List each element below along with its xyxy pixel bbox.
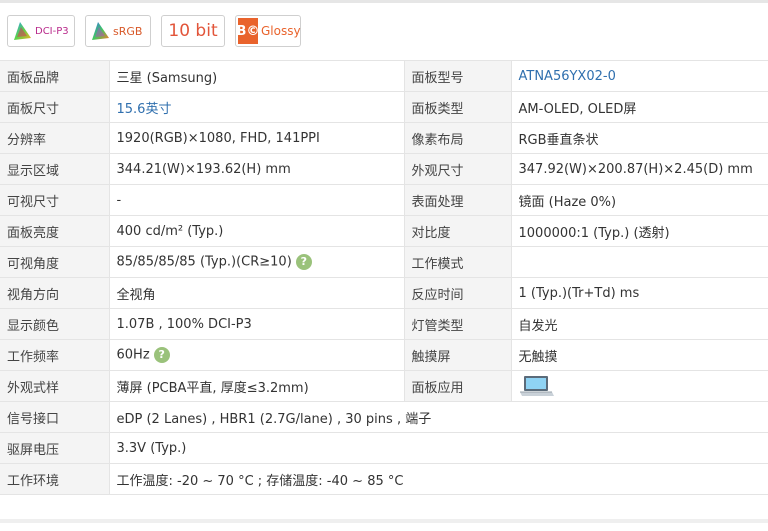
top-divider: [0, 0, 768, 3]
table-row: 可视角度 85/85/85/85 (Typ.)(CR≥10)? 工作模式: [0, 246, 768, 278]
spec-key: 面板尺寸: [0, 91, 110, 123]
spec-key: 显示区域: [0, 153, 110, 185]
table-row: 外观式样 薄屏 (PCBA平直, 厚度≤3.2mm) 面板应用: [0, 370, 768, 402]
help-icon[interactable]: ?: [295, 254, 312, 270]
spec-value: 1.07B , 100% DCI-P3: [109, 308, 405, 340]
spec-value: 60Hz: [116, 347, 150, 363]
spec-key: 分辨率: [0, 122, 110, 154]
srgb-label: sRGB: [113, 24, 143, 38]
spec-key: 工作频率: [0, 339, 110, 371]
spec-key: 面板品牌: [0, 60, 110, 92]
glossy-badge: B© Glossy: [235, 15, 301, 47]
spec-key: 面板亮度: [0, 215, 110, 247]
spec-value: eDP (2 Lanes) , HBR1 (2.7G/lane) , 30 pi…: [109, 401, 768, 433]
10bit-badge: 10 bit: [161, 15, 225, 47]
panel-application-cell: [511, 370, 768, 402]
panel-size-link[interactable]: 15.6英寸: [109, 91, 405, 123]
spec-key: 视角方向: [0, 277, 110, 309]
spec-value: [511, 246, 768, 278]
table-row: 工作频率 60Hz? 触摸屏 无触摸: [0, 339, 768, 371]
spec-value: 400 cd/m² (Typ.): [109, 215, 405, 247]
table-row: 分辨率 1920(RGB)×1080, FHD, 141PPI 像素布局 RGB…: [0, 122, 768, 154]
spec-value: 工作温度: -20 ~ 70 °C ; 存储温度: -40 ~ 85 °C: [109, 463, 768, 495]
table-row: 工作环境 工作温度: -20 ~ 70 °C ; 存储温度: -40 ~ 85 …: [0, 463, 768, 495]
panel-model-link[interactable]: ATNA56YX02-0: [511, 60, 768, 92]
spec-key: 驱屏电压: [0, 432, 110, 464]
table-row: 面板尺寸 15.6英寸 面板类型 AM-OLED, OLED屏: [0, 91, 768, 123]
glossy-label: Glossy: [261, 24, 301, 38]
table-row: 显示区域 344.21(W)×193.62(H) mm 外观尺寸 347.92(…: [0, 153, 768, 185]
spec-key: 信号接口: [0, 401, 110, 433]
spec-value: 347.92(W)×200.87(H)×2.45(D) mm: [511, 153, 768, 185]
table-row: 面板品牌 三星 (Samsung) 面板型号 ATNA56YX02-0: [0, 60, 768, 92]
dci-p3-label: DCI-P3: [35, 25, 69, 37]
spec-key: 面板应用: [404, 370, 512, 402]
spec-value-cell: 60Hz?: [109, 339, 405, 371]
spec-value: 三星 (Samsung): [109, 60, 405, 92]
spec-key: 可视角度: [0, 246, 110, 278]
bottom-divider: [0, 519, 768, 523]
spec-value: RGB垂直条状: [511, 122, 768, 154]
color-gamut-icon: [92, 22, 109, 40]
spec-key: 工作模式: [404, 246, 512, 278]
spec-value: 无触摸: [511, 339, 768, 371]
spec-key: 触摸屏: [404, 339, 512, 371]
spec-key: 外观式样: [0, 370, 110, 402]
color-gamut-icon: [14, 22, 31, 40]
spec-key: 像素布局: [404, 122, 512, 154]
srgb-badge: sRGB: [85, 15, 151, 47]
table-row: 信号接口 eDP (2 Lanes) , HBR1 (2.7G/lane) , …: [0, 401, 768, 433]
spec-key: 面板型号: [404, 60, 512, 92]
10bit-label: 10 bit: [168, 21, 218, 41]
spec-value: 全视角: [109, 277, 405, 309]
spec-key: 面板类型: [404, 91, 512, 123]
spec-key: 反应时间: [404, 277, 512, 309]
spec-key: 工作环境: [0, 463, 110, 495]
dci-p3-badge: DCI-P3: [7, 15, 75, 47]
table-row: 视角方向 全视角 反应时间 1 (Typ.)(Tr+Td) ms: [0, 277, 768, 309]
spec-value: 镜面 (Haze 0%): [511, 184, 768, 216]
spec-key: 显示颜色: [0, 308, 110, 340]
table-row: 显示颜色 1.07B , 100% DCI-P3 灯管类型 自发光: [0, 308, 768, 340]
spec-value: 344.21(W)×193.62(H) mm: [109, 153, 405, 185]
spec-value: 自发光: [511, 308, 768, 340]
spec-value-cell: 85/85/85/85 (Typ.)(CR≥10)?: [109, 246, 405, 278]
laptop-icon: [519, 376, 554, 396]
spec-key: 可视尺寸: [0, 184, 110, 216]
table-row: 驱屏电压 3.3V (Typ.): [0, 432, 768, 464]
bc-logo-icon: B©: [237, 18, 259, 44]
spec-key: 对比度: [404, 215, 512, 247]
help-icon[interactable]: ?: [153, 347, 170, 363]
spec-key: 灯管类型: [404, 308, 512, 340]
table-row: 面板亮度 400 cd/m² (Typ.) 对比度 1000000:1 (Typ…: [0, 215, 768, 247]
spec-value: 1000000:1 (Typ.) (透射): [511, 215, 768, 247]
spec-value: -: [109, 184, 405, 216]
spec-value: 85/85/85/85 (Typ.)(CR≥10): [116, 254, 292, 270]
spec-value: 1 (Typ.)(Tr+Td) ms: [511, 277, 768, 309]
spec-key: 外观尺寸: [404, 153, 512, 185]
table-row: 可视尺寸 - 表面处理 镜面 (Haze 0%): [0, 184, 768, 216]
spec-value: AM-OLED, OLED屏: [511, 91, 768, 123]
spec-value: 薄屏 (PCBA平直, 厚度≤3.2mm): [109, 370, 405, 402]
spec-value: 3.3V (Typ.): [109, 432, 768, 464]
spec-key: 表面处理: [404, 184, 512, 216]
spec-value: 1920(RGB)×1080, FHD, 141PPI: [109, 122, 405, 154]
spec-table: 面板品牌 三星 (Samsung) 面板型号 ATNA56YX02-0 面板尺寸…: [0, 60, 768, 495]
